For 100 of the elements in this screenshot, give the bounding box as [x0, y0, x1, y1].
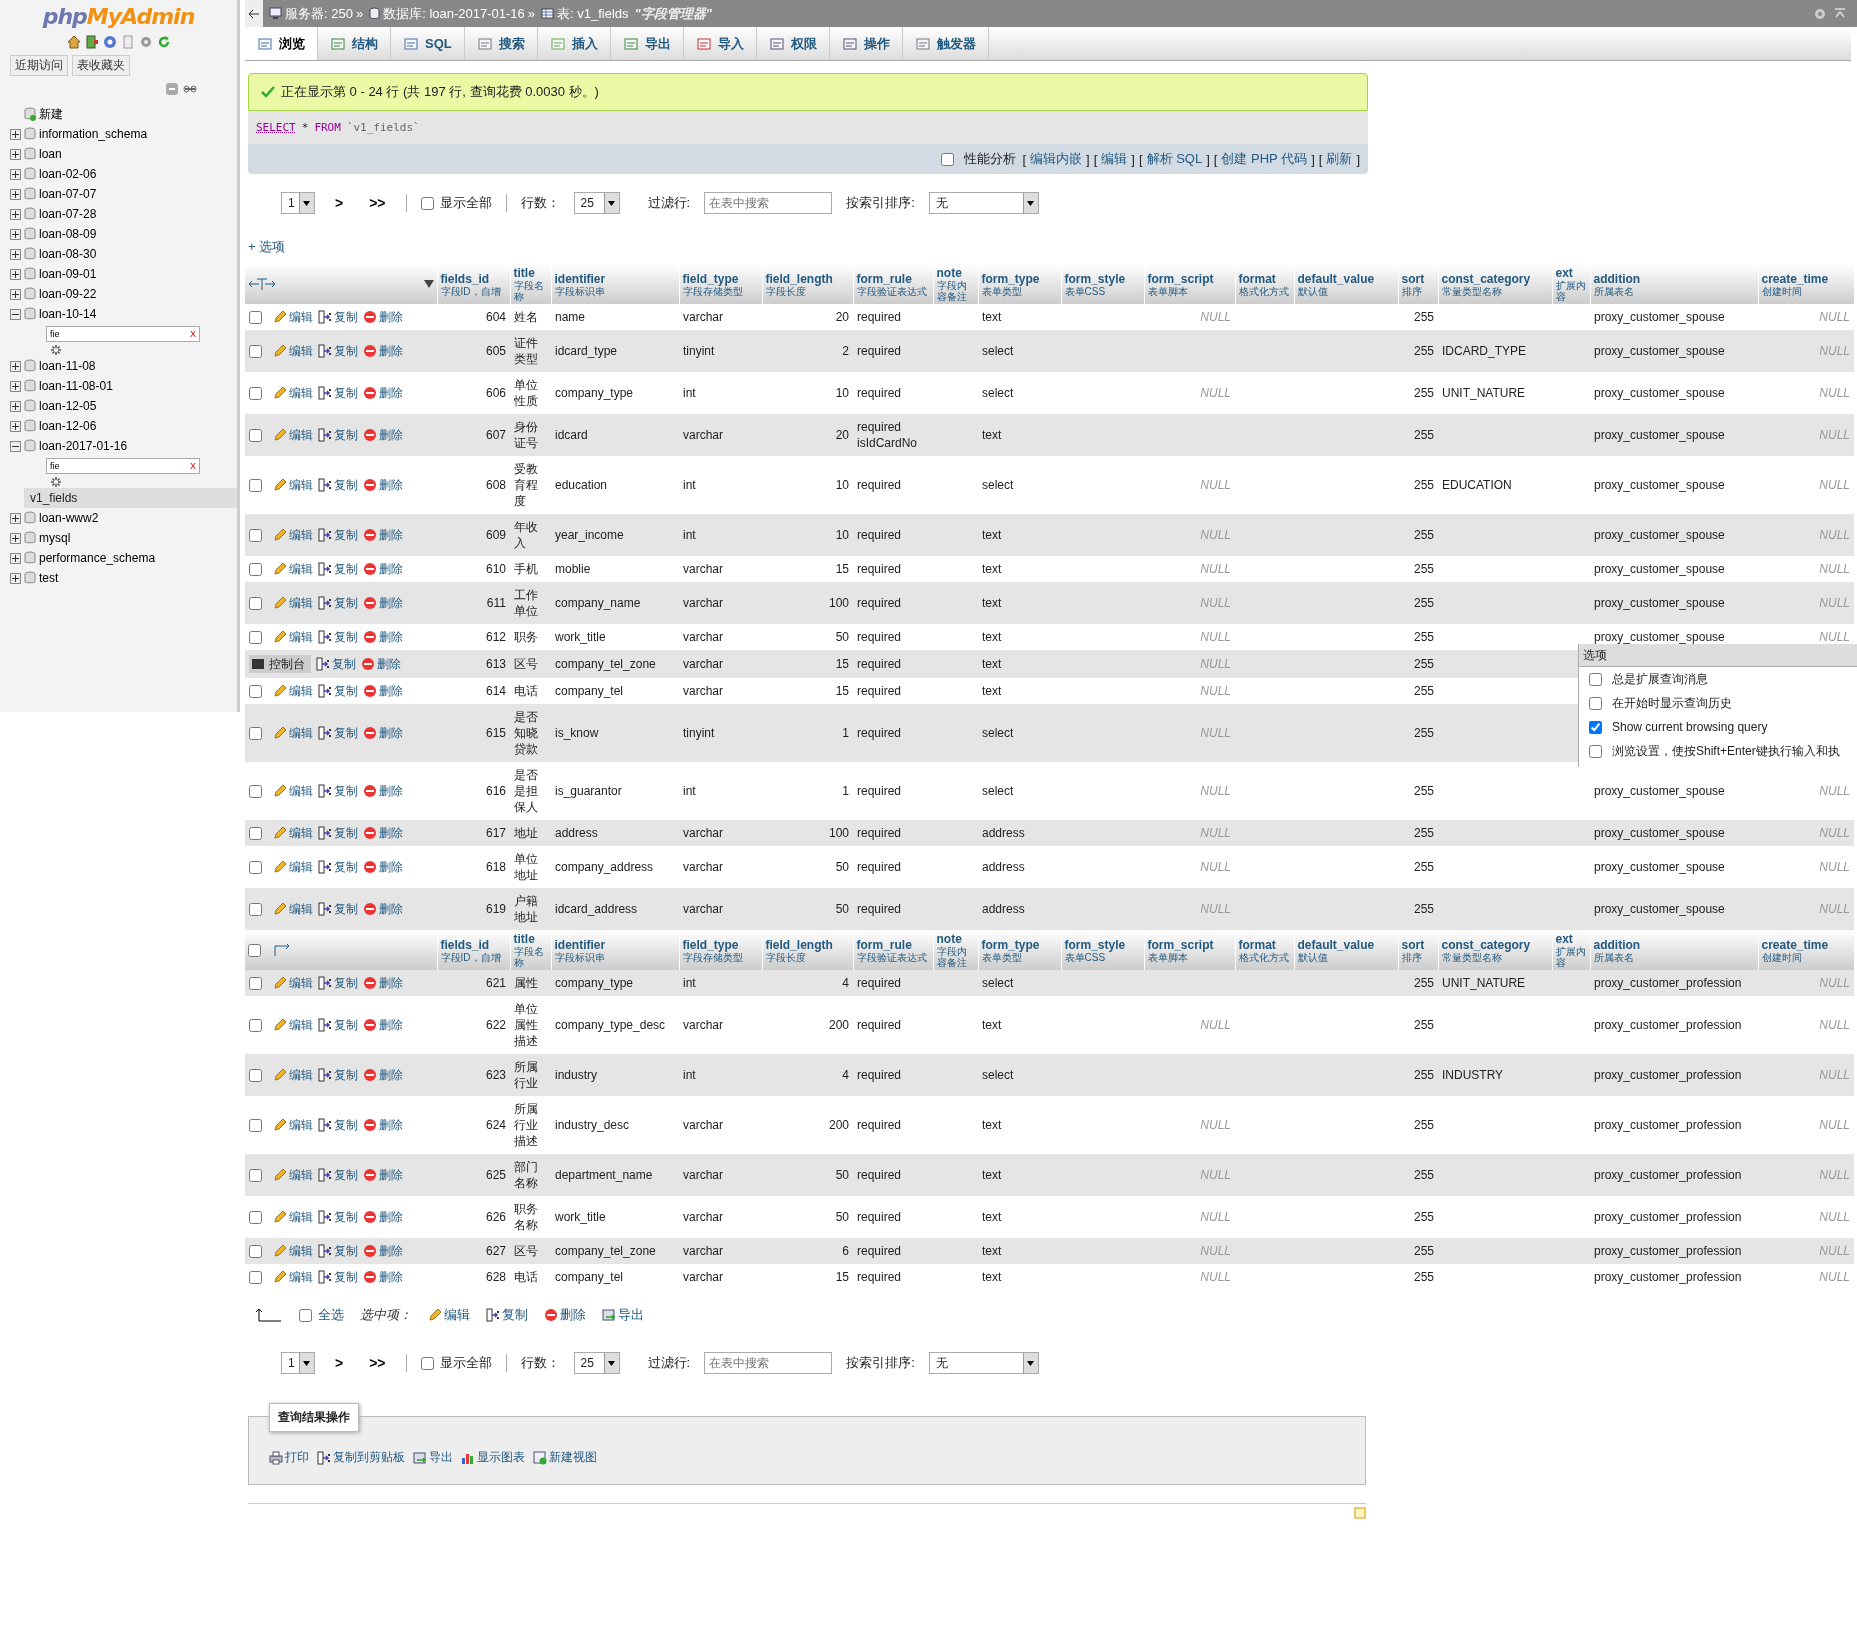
delete-link[interactable]: 删除 — [363, 1269, 403, 1285]
column-arrows-icon[interactable] — [248, 278, 276, 290]
query-link[interactable]: 解析 SQL — [1146, 150, 1203, 168]
expand-icon[interactable] — [10, 188, 21, 200]
checkbox[interactable] — [249, 976, 262, 990]
delete-link[interactable]: 删除 — [363, 1167, 403, 1183]
delete-link[interactable]: 删除 — [363, 825, 403, 841]
copy-link[interactable]: 复制 — [316, 656, 356, 672]
column-header[interactable]: form_script — [1147, 937, 1232, 952]
console-tab[interactable]: 控制台 — [249, 655, 311, 673]
nav-tab[interactable]: 插入 — [537, 27, 611, 60]
delete-link[interactable]: 删除 — [363, 595, 403, 611]
delete-link[interactable]: 删除 — [363, 561, 403, 577]
delete-link[interactable]: 删除 — [363, 859, 403, 875]
home-icon[interactable] — [66, 35, 81, 49]
profiling-label[interactable]: 性能分析 — [964, 150, 1017, 168]
print-link[interactable]: 打印 — [269, 1449, 309, 1466]
copy-link[interactable]: 复制 — [318, 1209, 358, 1225]
expand-icon[interactable] — [10, 268, 21, 280]
copy-link[interactable]: 复制 — [318, 975, 358, 991]
delete-link[interactable]: 删除 — [363, 783, 403, 799]
delete-link[interactable]: 删除 — [363, 725, 403, 741]
edit-link[interactable]: 编辑 — [273, 1117, 313, 1133]
expand-icon[interactable] — [10, 572, 21, 584]
expand-icon[interactable] — [10, 208, 21, 220]
expand-icon[interactable] — [10, 248, 21, 260]
checkbox[interactable] — [249, 562, 262, 576]
checkbox[interactable] — [248, 943, 261, 957]
checkbox[interactable] — [1589, 744, 1602, 758]
delete-link[interactable]: 删除 — [363, 309, 403, 325]
database-name[interactable]: loan-07-28 — [39, 207, 97, 221]
copy-link[interactable]: 复制 — [318, 901, 358, 917]
column-header[interactable]: form_rule — [856, 937, 930, 952]
database-name[interactable]: loan-2017-01-16 — [39, 439, 128, 453]
checkbox[interactable] — [1589, 720, 1602, 734]
checkbox[interactable] — [420, 196, 434, 210]
copy-link[interactable]: 复制 — [318, 1117, 358, 1133]
delete-link[interactable]: 删除 — [363, 975, 403, 991]
expand-icon[interactable] — [10, 420, 21, 432]
checkbox[interactable] — [249, 596, 262, 610]
copy-link[interactable]: 复制 — [318, 561, 358, 577]
column-header[interactable]: form_rule — [856, 271, 930, 286]
database-name[interactable]: loan-11-08 — [39, 359, 96, 373]
edit-link[interactable]: 编辑 — [428, 1306, 470, 1324]
checkbox[interactable] — [249, 630, 262, 644]
edit-link[interactable]: 编辑 — [273, 427, 313, 443]
nav-tab[interactable]: 操作 — [829, 27, 903, 60]
checkbox[interactable] — [249, 528, 262, 542]
column-header[interactable]: field_type — [682, 937, 759, 952]
column-header[interactable]: default_value — [1297, 271, 1395, 286]
expand-icon[interactable] — [10, 400, 21, 412]
database-name[interactable]: loan-09-22 — [39, 287, 97, 301]
checkbox[interactable] — [249, 428, 262, 442]
database-name[interactable]: test — [39, 571, 59, 585]
column-header[interactable]: addition — [1593, 271, 1755, 286]
database-name[interactable]: loan-12-05 — [39, 399, 97, 413]
delete-link[interactable]: 删除 — [363, 1117, 403, 1133]
column-header[interactable]: title — [513, 932, 548, 946]
query-link[interactable]: 编辑 — [1101, 150, 1128, 168]
nav-tab[interactable]: 导入 — [683, 27, 757, 60]
nav-tab[interactable]: 导出 — [610, 27, 684, 60]
copy-link[interactable]: 复制 — [318, 1067, 358, 1083]
column-header[interactable]: title — [513, 266, 548, 280]
delete-link[interactable]: 删除 — [363, 427, 403, 443]
edit-link[interactable]: 编辑 — [273, 309, 313, 325]
delete-link[interactable]: 删除 — [363, 1067, 403, 1083]
edit-link[interactable]: 编辑 — [273, 527, 313, 543]
checkbox[interactable] — [249, 726, 262, 740]
database-name[interactable]: loan-02-06 — [39, 167, 97, 181]
query-link[interactable]: 创建 PHP 代码 — [1221, 150, 1308, 168]
edit-link[interactable]: 编辑 — [273, 1269, 313, 1285]
reload-icon[interactable] — [156, 35, 171, 49]
delete-link[interactable]: 删除 — [363, 1017, 403, 1033]
delete-link[interactable]: 删除 — [363, 901, 403, 917]
query-link[interactable]: 编辑内嵌 — [1030, 150, 1083, 168]
delete-link[interactable]: 删除 — [363, 1243, 403, 1259]
checkbox[interactable] — [249, 860, 262, 874]
copy-link[interactable]: 复制 — [318, 825, 358, 841]
link-icon[interactable] — [183, 82, 197, 96]
nav-tab[interactable]: 结构 — [318, 27, 391, 60]
expand-icon[interactable] — [10, 552, 21, 564]
breadcrumb-link[interactable]: 数据库: loan-2017-01-16 — [383, 4, 525, 23]
logo[interactable]: phpMyAdmin — [0, 4, 237, 29]
column-header[interactable]: addition — [1593, 937, 1755, 952]
column-header[interactable]: field_length — [765, 937, 850, 952]
option-label[interactable]: 浏览设置，使按Shift+Enter键执行输入和执 — [1612, 743, 1840, 759]
edit-link[interactable]: 编辑 — [273, 725, 313, 741]
database-name[interactable]: loan-www2 — [39, 511, 99, 525]
checkbox[interactable] — [249, 344, 262, 358]
nav-tab[interactable]: SQL — [391, 27, 465, 60]
checkbox[interactable] — [249, 1270, 262, 1284]
expand-icon[interactable] — [10, 148, 21, 160]
delete-link[interactable]: 删除 — [363, 629, 403, 645]
column-header[interactable]: format — [1238, 271, 1291, 286]
edit-link[interactable]: 编辑 — [273, 343, 313, 359]
database-name[interactable]: loan-07-07 — [39, 187, 97, 201]
database-name[interactable]: loan-12-06 — [39, 419, 97, 433]
column-header[interactable]: identifier — [554, 271, 676, 286]
expand-icon[interactable] — [10, 512, 21, 524]
sort-select[interactable]: 无 — [928, 1352, 1039, 1374]
